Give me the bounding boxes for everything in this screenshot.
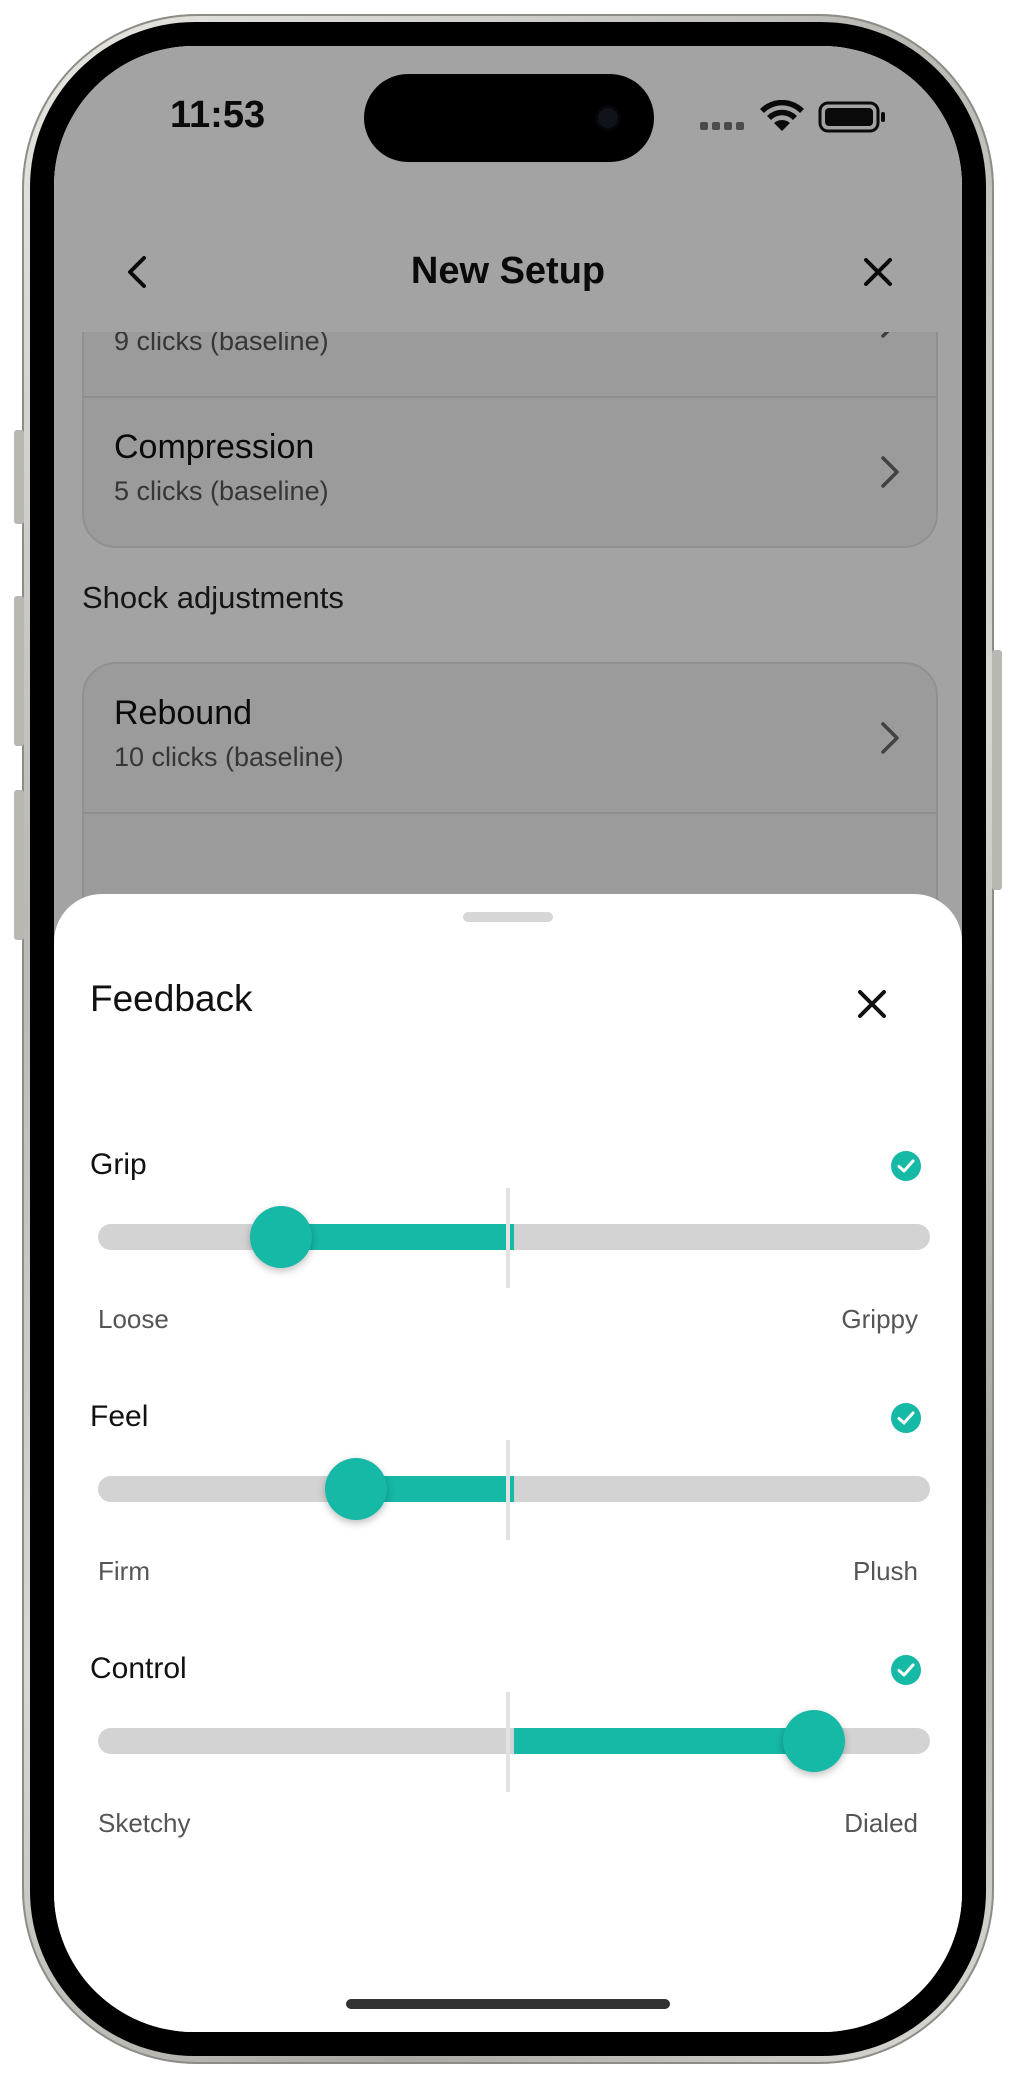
slider-center-marker (506, 1692, 510, 1792)
slider-min-label: Loose (98, 1304, 169, 1334)
slider-label: Control (90, 1652, 187, 1685)
feedback-sheet: Feedback Grip Loose Grippy Feel Firm Plu… (54, 894, 962, 2032)
slider-track[interactable] (98, 1224, 930, 1250)
slider-label: Feel (90, 1400, 149, 1433)
feedback-control: Control Sketchy Dialed (54, 1652, 962, 1872)
slider-thumb[interactable] (324, 1458, 387, 1520)
check-circle-icon (891, 1655, 921, 1685)
slider-center-marker (506, 1440, 510, 1540)
slider-max-label: Grippy (841, 1304, 918, 1334)
slider-max-label: Plush (852, 1556, 918, 1586)
action-button (14, 430, 24, 524)
sheet-grabber[interactable] (463, 912, 553, 922)
feedback-grip: Grip Loose Grippy (54, 1148, 962, 1368)
volume-down-button (14, 790, 24, 940)
slider-thumb[interactable] (250, 1206, 313, 1268)
home-indicator[interactable] (346, 1999, 670, 2009)
slider-label: Grip (90, 1148, 147, 1181)
check-circle-icon (891, 1403, 921, 1433)
screen: 11:53 New Setup 9 clicks (baseline) Comp… (54, 46, 962, 2032)
feedback-feel: Feel Firm Plush (54, 1400, 962, 1620)
slider-thumb[interactable] (782, 1710, 845, 1772)
slider-track[interactable] (98, 1476, 930, 1502)
slider-min-label: Firm (98, 1556, 150, 1586)
slider-center-marker (506, 1188, 510, 1288)
slider-fill (514, 1728, 814, 1754)
check-circle-icon (891, 1151, 921, 1181)
close-icon[interactable] (854, 986, 890, 1022)
volume-up-button (14, 596, 24, 746)
sheet-title: Feedback (90, 978, 253, 1019)
slider-min-label: Sketchy (98, 1808, 191, 1838)
slider-max-label: Dialed (844, 1808, 918, 1838)
slider-fill (281, 1224, 514, 1250)
power-button (992, 650, 1002, 890)
